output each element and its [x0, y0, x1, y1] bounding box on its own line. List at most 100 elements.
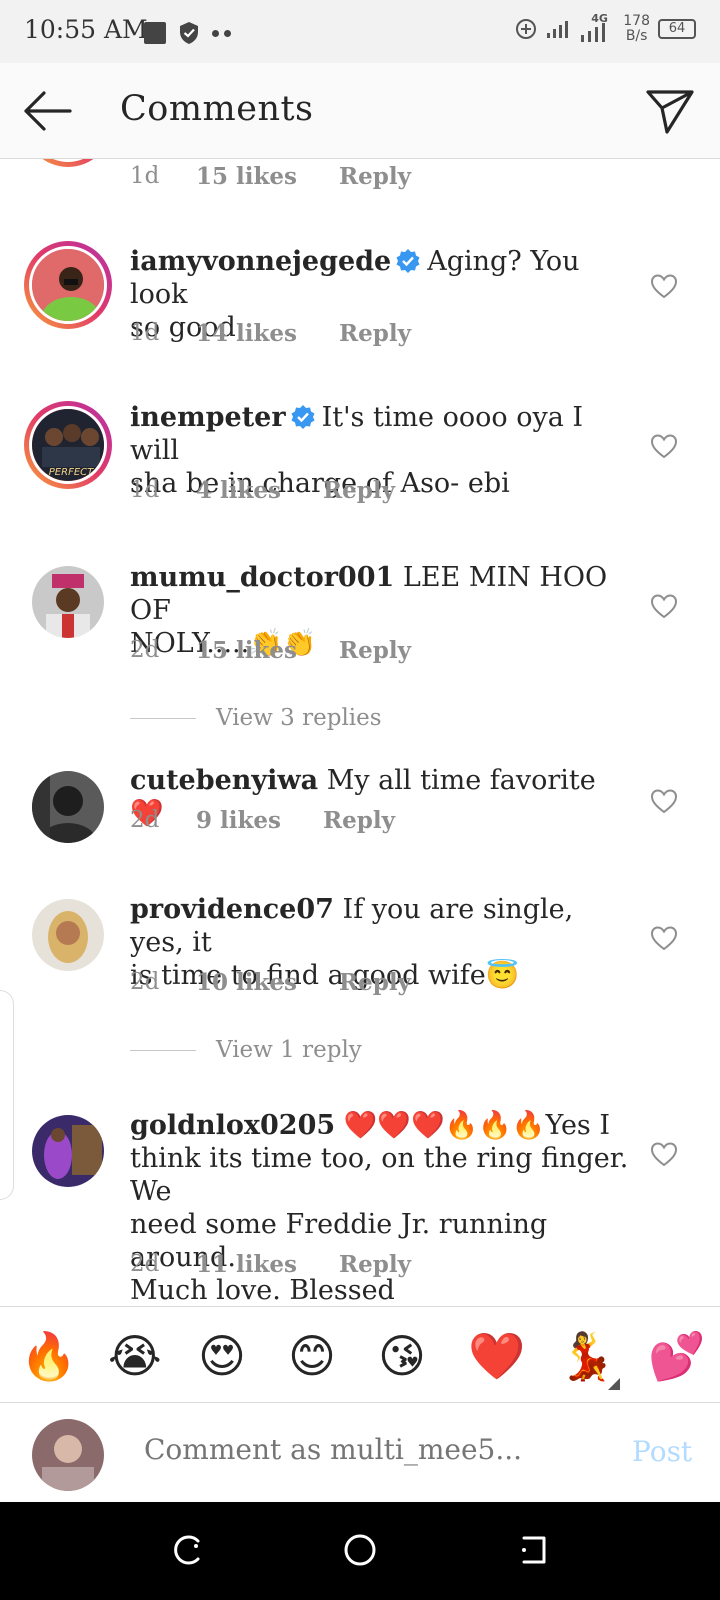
comment-meta: 1d 4 likes Reply [130, 477, 395, 504]
comments-list[interactable]: 1d 15 likes Reply iamyvonnejegede Aging? … [0, 159, 720, 1305]
likes-count[interactable]: 15 likes [196, 637, 297, 664]
emoji-crying-button[interactable]: 😭 [108, 1330, 162, 1382]
status-time: 10:55 AM [24, 15, 148, 44]
verified-badge-icon [291, 405, 315, 429]
heart-icon[interactable] [650, 925, 678, 951]
comment-username[interactable]: mumu_doctor001 [130, 562, 394, 593]
likes-count[interactable]: 10 likes [196, 969, 297, 996]
comment-username[interactable]: goldnlox0205 [130, 1110, 335, 1141]
emoji-two-hearts-button[interactable]: 💕 [648, 1330, 705, 1382]
speed-value: 178 [623, 13, 650, 29]
comment-time: 2d [130, 1251, 160, 1277]
avatar[interactable] [32, 566, 104, 638]
notification-icons [144, 21, 231, 45]
comment-time: 2d [130, 637, 160, 663]
comment-body: ❤️❤️❤️🔥🔥🔥Yes I [343, 1110, 611, 1141]
comment-time: 1d [130, 320, 160, 346]
emoji-smile-button[interactable]: 😊 [288, 1330, 336, 1382]
comment-time: 1d [130, 163, 160, 189]
my-avatar [32, 1419, 104, 1491]
comment-body: think its time too, on the ring finger. … [130, 1143, 629, 1207]
heart-icon[interactable] [650, 1141, 678, 1167]
avatar-caption: PERFECT [49, 467, 94, 478]
view-replies-label: View 3 replies [216, 705, 382, 731]
heart-icon[interactable] [650, 273, 678, 299]
speed-unit: B/s [625, 28, 648, 44]
data-saver-icon [516, 19, 537, 39]
more-notifications-icon [212, 29, 231, 37]
emoji-fire-button[interactable]: 🔥 [20, 1330, 77, 1382]
comment-meta: 2d 11 likes Reply [130, 1251, 411, 1278]
heart-icon[interactable] [650, 788, 678, 814]
gallery-notification-icon [144, 22, 166, 44]
story-avatar-ring[interactable]: PERFECT [24, 401, 112, 489]
signal-4g-icon: 4G [579, 12, 615, 44]
status-bar: 10:55 AM 4G 178 B/s 64 [0, 0, 720, 63]
system-nav-bar [0, 1502, 720, 1600]
emoji-heart-button[interactable]: ❤️ [468, 1330, 525, 1382]
heart-icon[interactable] [650, 433, 678, 459]
post-button[interactable]: Post [632, 1435, 692, 1468]
reply-button[interactable]: Reply [339, 969, 411, 996]
emoji-kiss-button[interactable]: 😘 [378, 1330, 426, 1382]
battery-icon: 64 [658, 19, 696, 39]
reply-button[interactable]: Reply [323, 477, 395, 504]
avatar [29, 159, 107, 162]
story-avatar-ring[interactable] [24, 241, 112, 329]
view-replies-button[interactable]: View 1 reply [130, 1037, 362, 1063]
comment-time: 2d [130, 969, 160, 995]
likes-count[interactable]: 15 likes [196, 163, 297, 190]
likes-count[interactable]: 9 likes [196, 807, 281, 834]
likes-count[interactable]: 4 likes [196, 477, 281, 504]
comment-input[interactable] [144, 1433, 604, 1466]
recent-apps-icon[interactable] [168, 1532, 204, 1568]
shield-icon [180, 22, 198, 44]
comment-time: 2d [130, 807, 160, 833]
battery-level: 64 [668, 21, 686, 36]
avatar[interactable] [32, 1115, 104, 1187]
signal-icon [547, 21, 569, 38]
view-replies-label: View 1 reply [216, 1037, 362, 1063]
back-nav-icon[interactable] [516, 1532, 552, 1568]
emoji-heart-eyes-button[interactable]: 😍 [198, 1330, 246, 1382]
comment-username[interactable]: cutebenyiwa [130, 765, 318, 796]
reply-button[interactable]: Reply [339, 163, 411, 190]
send-direct-icon[interactable] [645, 87, 695, 135]
comment-meta: 2d 10 likes Reply [130, 969, 411, 996]
verified-badge-icon [396, 249, 420, 273]
avatar[interactable] [32, 771, 104, 843]
reply-button[interactable]: Reply [339, 1251, 411, 1278]
comment-username[interactable]: iamyvonnejegede [130, 246, 391, 277]
status-right: 4G 178 B/s 64 [515, 12, 696, 44]
comment-meta: 2d 9 likes Reply [130, 807, 395, 834]
back-arrow-icon[interactable] [22, 89, 72, 133]
page-title: Comments [120, 89, 314, 129]
avatar[interactable] [32, 899, 104, 971]
edge-panel-handle[interactable] [0, 990, 14, 1200]
avatar: PERFECT [29, 406, 107, 484]
heart-icon[interactable] [650, 593, 678, 619]
corner-triangle-icon [608, 1378, 620, 1390]
story-avatar-ring[interactable] [24, 159, 112, 167]
emoji-dancer-button[interactable]: 💃 [558, 1330, 615, 1382]
comment-body: Much love. Blessed [130, 1275, 395, 1305]
comment-meta: 1d 14 likes Reply [130, 320, 411, 347]
reply-button[interactable]: Reply [323, 807, 395, 834]
view-replies-button[interactable]: View 3 replies [130, 705, 382, 731]
network-speed: 178 B/s [623, 14, 650, 44]
likes-count[interactable]: 11 likes [196, 1251, 297, 1278]
comment-time: 1d [130, 477, 160, 503]
divider [130, 1049, 196, 1051]
comment-username[interactable]: providence07 [130, 894, 334, 925]
home-icon[interactable] [342, 1532, 378, 1568]
comment-composer: Post [0, 1402, 720, 1502]
avatar [29, 246, 107, 324]
reply-button[interactable]: Reply [339, 320, 411, 347]
comment-username[interactable]: inempeter [130, 402, 286, 433]
comment-meta: 2d 15 likes Reply [130, 637, 411, 664]
comment-meta: 1d 15 likes Reply [130, 163, 411, 190]
reply-button[interactable]: Reply [339, 637, 411, 664]
divider [130, 717, 196, 719]
likes-count[interactable]: 14 likes [196, 320, 297, 347]
header: Comments [0, 63, 720, 159]
